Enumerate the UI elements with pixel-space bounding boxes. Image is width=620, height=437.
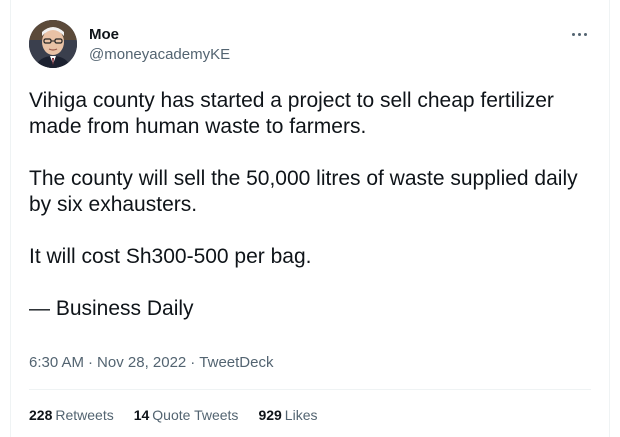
divider — [29, 389, 591, 390]
quote-tweets-label: Quote Tweets — [152, 407, 239, 423]
tweet-metadata: 6:30 AM · Nov 28, 2022 · TweetDeck — [29, 353, 273, 373]
tweet-text: Vihiga county has started a project to s… — [29, 88, 599, 322]
author-handle[interactable]: @moneyacademyKE — [89, 46, 230, 64]
meta-separator: · — [88, 354, 94, 371]
tweet-paragraph: Vihiga county has started a project to s… — [29, 89, 554, 138]
tweet-date[interactable]: Nov 28, 2022 — [97, 354, 186, 371]
retweets-label: Retweets — [55, 407, 114, 423]
profile-photo-avatar-icon — [29, 20, 77, 68]
tweet-source[interactable]: TweetDeck — [199, 354, 273, 371]
likes-stat[interactable]: 929 Likes — [258, 406, 317, 424]
more-options-icon — [583, 32, 587, 36]
tweet-paragraph: The county will sell the 50,000 litres o… — [29, 167, 578, 216]
quote-tweets-stat[interactable]: 14 Quote Tweets — [134, 406, 239, 424]
more-options-button[interactable] — [567, 24, 591, 44]
retweets-count: 228 — [29, 407, 53, 423]
tweet-paragraph: It will cost Sh300-500 per bag. — [29, 245, 312, 268]
meta-separator: · — [190, 354, 196, 371]
quote-tweets-count: 14 — [133, 407, 150, 423]
tweet-card: Moe @moneyacademyKE Vihiga county has st… — [10, 0, 610, 437]
tweet-time[interactable]: 6:30 AM — [29, 354, 84, 371]
more-options-icon — [577, 32, 581, 36]
avatar[interactable] — [29, 20, 77, 68]
engagement-stats: 228 Retweets 14 Quote Tweets 929 Likes — [29, 406, 317, 424]
more-options-icon — [571, 32, 575, 36]
likes-count: 929 — [258, 407, 282, 423]
tweet-attribution: — Business Daily — [29, 297, 194, 320]
retweets-stat[interactable]: 228 Retweets — [29, 406, 114, 424]
author-name[interactable]: Moe — [89, 26, 119, 44]
likes-label: Likes — [284, 407, 318, 423]
